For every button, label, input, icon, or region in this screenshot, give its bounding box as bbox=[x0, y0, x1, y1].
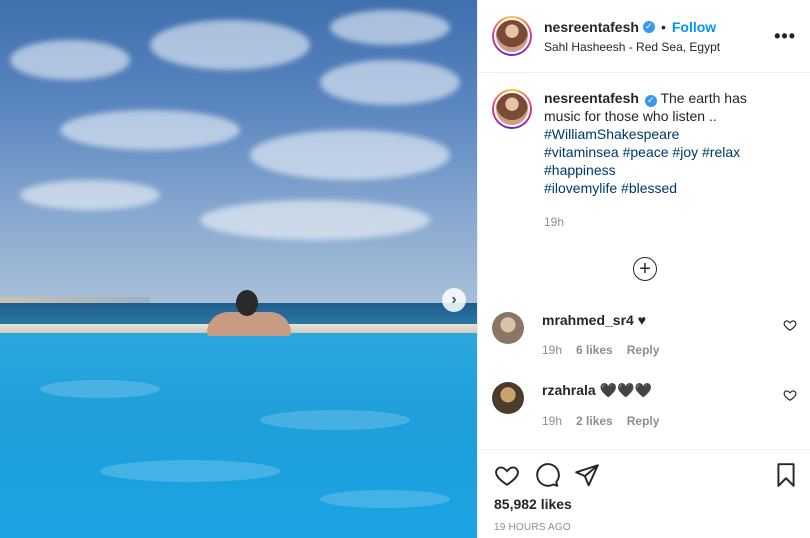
hashtag[interactable]: #WilliamShakespeare bbox=[544, 126, 679, 142]
more-options-icon[interactable]: ••• bbox=[774, 26, 796, 47]
comment-text: 🖤🖤🖤 bbox=[599, 382, 652, 398]
ripple bbox=[100, 460, 280, 482]
author-avatar[interactable] bbox=[492, 16, 532, 56]
comment-body: mrahmed_sr4 ♥ 19h 6 likes Reply bbox=[542, 312, 797, 357]
hashtag-line: #happiness bbox=[544, 161, 784, 179]
hashtag[interactable]: #vitaminsea bbox=[544, 144, 619, 160]
cloud bbox=[330, 10, 450, 45]
hashtag[interactable]: #relax bbox=[702, 144, 740, 160]
load-more-comments-button[interactable]: + bbox=[633, 257, 657, 281]
bookmark-icon[interactable] bbox=[773, 462, 799, 488]
header-text: nesreentafesh ✓ • Follow Sahl Hasheesh -… bbox=[544, 19, 774, 54]
comment-time[interactable]: 19h bbox=[542, 414, 562, 428]
person-head bbox=[236, 290, 258, 316]
chevron-right-icon[interactable]: › bbox=[442, 288, 466, 312]
cloud bbox=[250, 130, 450, 180]
cloud bbox=[150, 20, 310, 70]
ripple bbox=[320, 490, 450, 508]
hashtag[interactable]: #peace bbox=[623, 144, 669, 160]
author-username[interactable]: nesreentafesh bbox=[544, 19, 639, 35]
comment-likes[interactable]: 2 likes bbox=[576, 414, 613, 428]
hashtag-line: #vitaminsea #peace #joy #relax bbox=[544, 143, 784, 161]
comment-line: rzahrala 🖤🖤🖤 bbox=[542, 382, 797, 399]
commenter-username[interactable]: mrahmed_sr4 bbox=[542, 312, 634, 328]
caption: nesreentafesh ✓ The earth has music for … bbox=[478, 73, 810, 231]
reply-button[interactable]: Reply bbox=[627, 414, 660, 428]
hashtag[interactable]: #ilovemylife bbox=[544, 180, 617, 196]
comment: rzahrala 🖤🖤🖤 19h 2 likes Reply bbox=[492, 382, 797, 428]
comment-time[interactable]: 19h bbox=[542, 343, 562, 357]
verified-badge-icon: ✓ bbox=[644, 94, 657, 107]
comment-text: ♥ bbox=[637, 312, 647, 328]
comment-meta: 19h 6 likes Reply bbox=[542, 343, 797, 357]
hashtag[interactable]: #joy bbox=[672, 144, 698, 160]
like-comment-heart-icon[interactable] bbox=[783, 318, 797, 332]
like-comment-heart-icon[interactable] bbox=[783, 388, 797, 402]
likes-count[interactable]: 85,982 likes bbox=[494, 496, 572, 512]
caption-username[interactable]: nesreentafesh bbox=[544, 90, 639, 106]
hashtag[interactable]: #blessed bbox=[621, 180, 677, 196]
cloud bbox=[10, 40, 130, 80]
verified-badge-icon: ✓ bbox=[642, 20, 655, 33]
location-link[interactable]: Sahl Hasheesh - Red Sea, Egypt bbox=[544, 40, 774, 54]
comment-line: mrahmed_sr4 ♥ bbox=[542, 312, 797, 328]
caption-body: nesreentafesh ✓ The earth has music for … bbox=[544, 89, 784, 231]
post-side-panel: nesreentafesh ✓ • Follow Sahl Hasheesh -… bbox=[477, 0, 810, 538]
action-bar: 85,982 likes 19 HOURS AGO bbox=[478, 449, 810, 538]
reply-button[interactable]: Reply bbox=[627, 343, 660, 357]
separator-dot: • bbox=[660, 18, 666, 35]
comment-meta: 19h 2 likes Reply bbox=[542, 414, 797, 428]
hashtag-line: #WilliamShakespeare bbox=[544, 125, 784, 143]
caption-avatar[interactable] bbox=[492, 89, 532, 129]
share-icon[interactable] bbox=[574, 462, 600, 488]
hashtag-line: #ilovemylife #blessed bbox=[544, 179, 784, 197]
post-photo[interactable]: › bbox=[0, 0, 477, 538]
ripple bbox=[260, 410, 410, 430]
cloud bbox=[320, 60, 460, 105]
commenter-avatar[interactable] bbox=[492, 382, 524, 414]
comment-icon[interactable] bbox=[534, 462, 560, 488]
cloud bbox=[60, 110, 240, 150]
comment: mrahmed_sr4 ♥ 19h 6 likes Reply bbox=[492, 312, 797, 357]
comment-body: rzahrala 🖤🖤🖤 19h 2 likes Reply bbox=[542, 382, 797, 428]
commenter-username[interactable]: rzahrala bbox=[542, 382, 596, 398]
caption-time[interactable]: 19h bbox=[544, 213, 784, 231]
comment-likes[interactable]: 6 likes bbox=[576, 343, 613, 357]
ripple bbox=[40, 380, 160, 398]
follow-button[interactable]: Follow bbox=[672, 19, 716, 35]
cloud bbox=[20, 180, 160, 210]
post-header: nesreentafesh ✓ • Follow Sahl Hasheesh -… bbox=[478, 0, 810, 73]
heart-icon[interactable] bbox=[494, 462, 520, 488]
username-row: nesreentafesh ✓ • Follow bbox=[544, 19, 774, 35]
commenter-avatar[interactable] bbox=[492, 312, 524, 344]
posted-time[interactable]: 19 HOURS AGO bbox=[494, 522, 571, 533]
cloud bbox=[200, 200, 430, 240]
hashtag[interactable]: #happiness bbox=[544, 162, 616, 178]
